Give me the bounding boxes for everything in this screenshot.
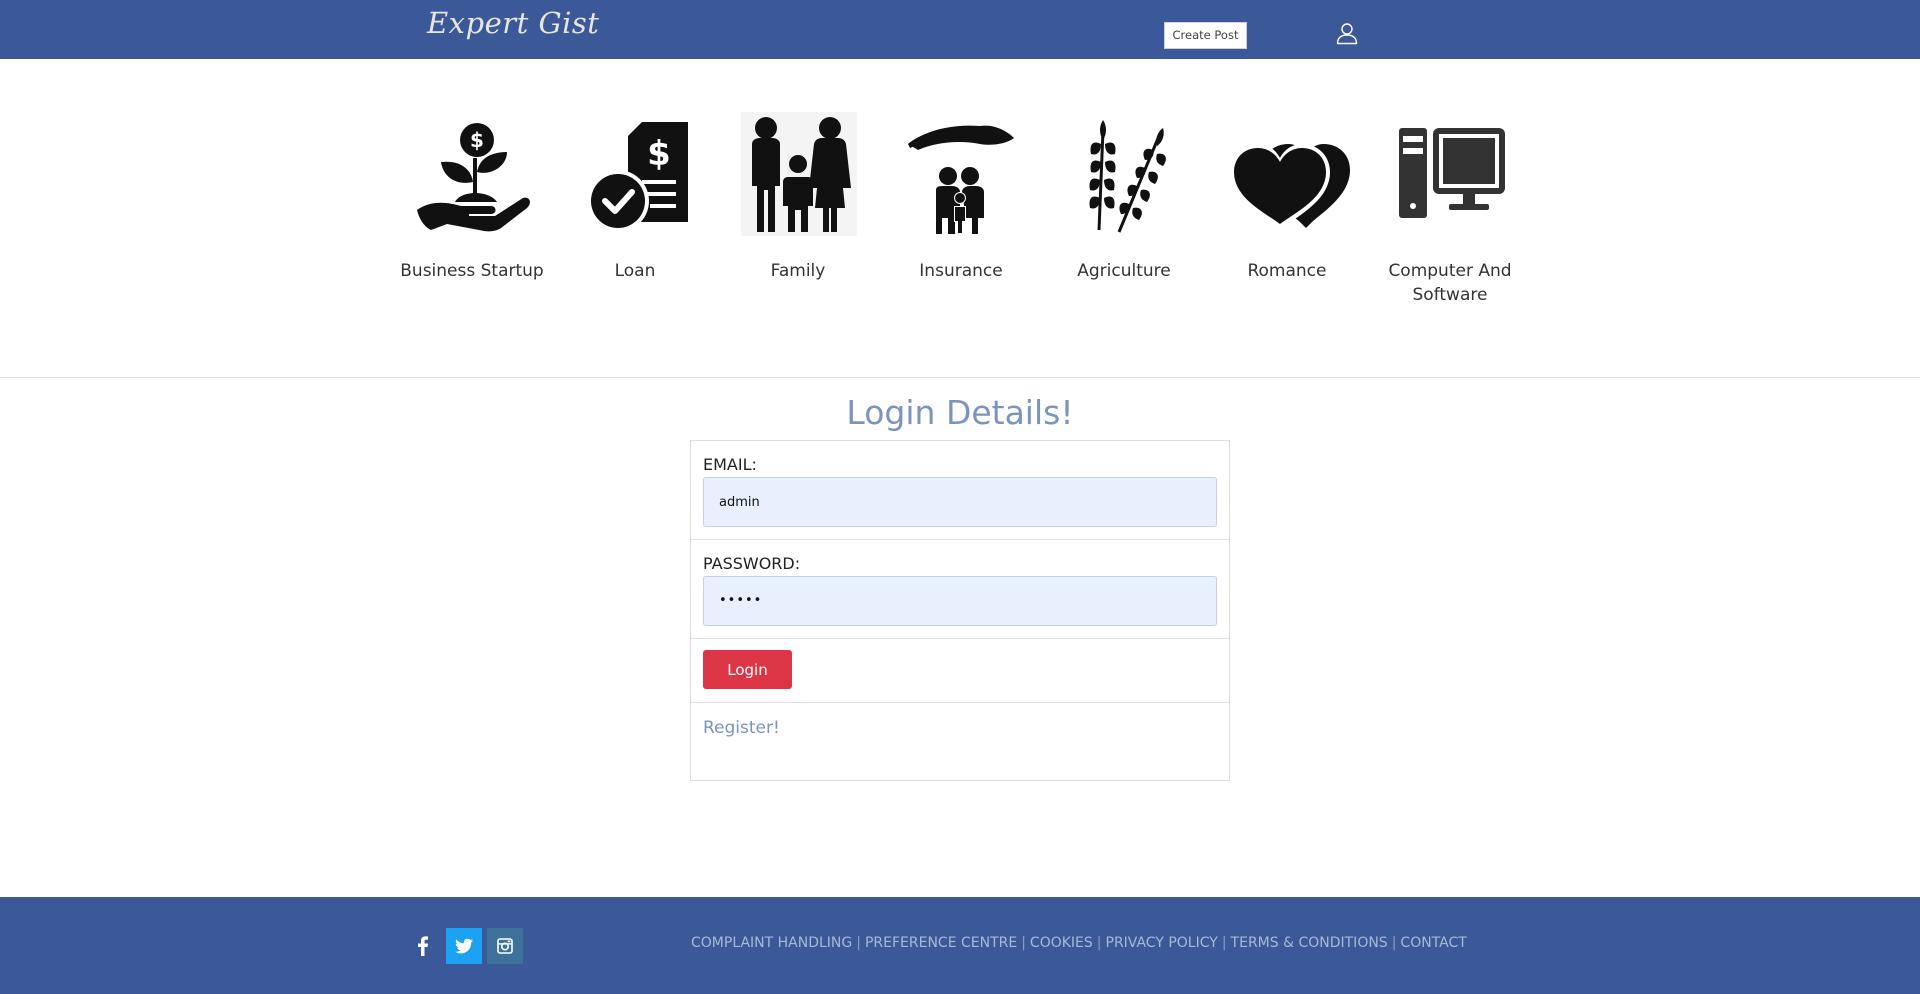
- insurance-icon: [908, 125, 1014, 234]
- email-row: EMAIL:: [691, 441, 1229, 540]
- loan-document-icon: $: [587, 122, 688, 232]
- footer: COMPLAINT HANDLING | PREFERENCE CENTRE | COO…: [0, 897, 1920, 994]
- instagram-icon[interactable]: [487, 928, 523, 964]
- create-post-button[interactable]: Create Post: [1164, 22, 1247, 49]
- footer-link-cookies[interactable]: COOKIES: [1030, 935, 1093, 951]
- site-logo[interactable]: Expert Gist: [427, 6, 599, 40]
- wheat-icon: [1089, 120, 1166, 233]
- facebook-icon[interactable]: [405, 928, 441, 964]
- email-label: EMAIL:: [703, 455, 757, 474]
- password-field[interactable]: •••••: [703, 576, 1217, 626]
- footer-separator: |: [1096, 935, 1102, 951]
- category-family[interactable]: Family: [723, 110, 873, 283]
- category-loan[interactable]: $ Loan: [560, 110, 710, 283]
- login-form: EMAIL: PASSWORD: ••••• Login Register!: [690, 440, 1230, 781]
- money-plant-icon: $: [417, 123, 530, 232]
- footer-link-complaint-handling[interactable]: COMPLAINT HANDLING: [691, 935, 852, 951]
- footer-separator: |: [856, 935, 861, 951]
- twitter-icon[interactable]: [446, 928, 482, 964]
- category-label: Family: [770, 261, 826, 281]
- category-label: Agriculture: [1077, 261, 1171, 281]
- category-label: Loan: [614, 261, 656, 281]
- login-button[interactable]: Login: [703, 650, 792, 689]
- footer-link-preference-centre[interactable]: PREFERENCE CENTRE: [865, 935, 1017, 951]
- computer-icon: [1399, 128, 1505, 218]
- category-business-startup[interactable]: $ Business Startup: [397, 110, 547, 283]
- footer-separator: |: [1021, 935, 1026, 951]
- user-icon[interactable]: [1335, 21, 1359, 45]
- family-icon: [741, 112, 857, 236]
- category-label: Romance: [1247, 261, 1327, 281]
- category-computer-and-software[interactable]: Computer And Software: [1375, 110, 1525, 307]
- email-field[interactable]: [703, 477, 1217, 527]
- login-button-row: Login: [691, 639, 1229, 703]
- category-insurance[interactable]: Insurance: [886, 110, 1036, 283]
- category-label: Insurance: [919, 261, 1003, 281]
- register-link[interactable]: Register!: [703, 718, 780, 738]
- password-label: PASSWORD:: [703, 554, 801, 573]
- category-label: Business Startup: [400, 261, 544, 281]
- login-title: Login Details!: [846, 393, 1074, 432]
- register-row: Register!: [691, 703, 1229, 780]
- category-romance[interactable]: Romance: [1212, 110, 1362, 283]
- category-bar: $ Business Startup $ Loan Family Insuran…: [0, 110, 1920, 340]
- section-divider: [0, 377, 1920, 378]
- svg-text:$: $: [470, 128, 484, 152]
- category-label: Computer And Software: [1388, 261, 1512, 305]
- top-navbar: Expert Gist Create Post: [0, 0, 1920, 59]
- footer-link-contact[interactable]: CONTACT: [1400, 935, 1466, 951]
- password-row: PASSWORD: •••••: [691, 540, 1229, 639]
- hearts-icon: [1230, 144, 1350, 228]
- category-agriculture[interactable]: Agriculture: [1049, 110, 1199, 283]
- footer-separator: |: [1221, 935, 1227, 951]
- footer-link-privacy-policy[interactable]: PRIVACY POLICY: [1106, 935, 1218, 951]
- svg-text:$: $: [647, 134, 671, 174]
- footer-link-terms-conditions[interactable]: TERMS & CONDITIONS: [1231, 935, 1388, 951]
- footer-links: COMPLAINT HANDLING | PREFERENCE CENTRE | COO…: [691, 935, 1467, 951]
- footer-separator: |: [1391, 935, 1397, 951]
